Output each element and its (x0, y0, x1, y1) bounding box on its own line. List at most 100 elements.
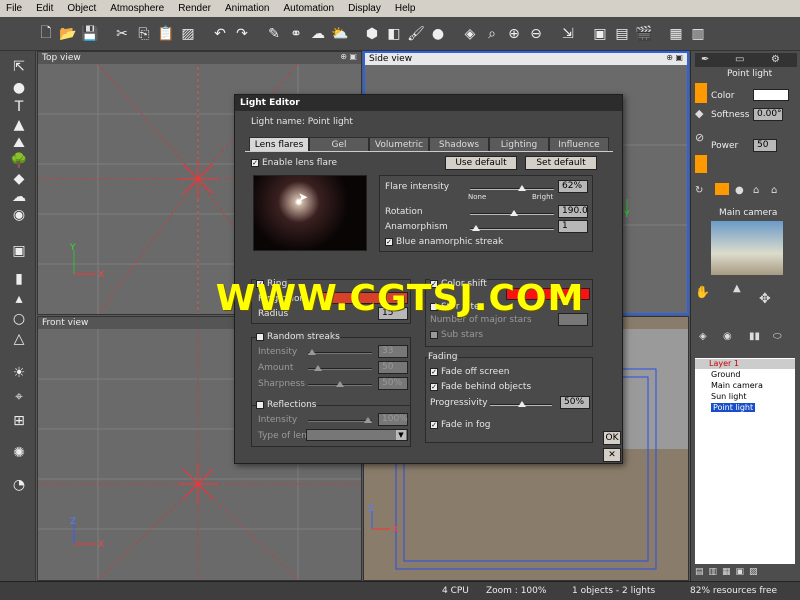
fade-off-screen-checkbox[interactable]: ✓ Fade off screen (430, 367, 509, 377)
type-of-lens-select[interactable]: ▼ (306, 429, 408, 441)
camera-move-icon[interactable]: ✥ (759, 291, 771, 307)
tab-volumetric[interactable]: Volumetric (369, 137, 429, 151)
cube-icon[interactable]: ▣ (9, 241, 29, 261)
paste-icon[interactable]: 📋 (156, 23, 176, 45)
shadow-tab-icon[interactable]: ▭ (735, 54, 744, 65)
mountain-icon[interactable]: ⛰ (9, 133, 29, 153)
light-tab-icon[interactable]: ✒ (701, 54, 709, 65)
cut-icon[interactable]: ✂ (112, 23, 132, 45)
new-file-icon[interactable]: 🗋 (36, 23, 56, 45)
tab-shadows[interactable]: Shadows (429, 137, 489, 151)
link-icon[interactable]: ⚭ (286, 23, 306, 45)
menu-display[interactable]: Display (342, 3, 389, 14)
atmosphere-icon[interactable]: ⛅ (330, 23, 350, 45)
aspect-tab-icon[interactable]: ⚙ (771, 54, 780, 65)
group-tool-icon[interactable]: ◔ (9, 475, 29, 495)
tab-lighting[interactable]: Lighting (489, 137, 549, 151)
move-icon[interactable]: ⇲ (558, 23, 578, 45)
sub-stars-checkbox[interactable]: Sub stars (430, 330, 483, 340)
orange-square-icon[interactable] (715, 183, 729, 195)
tree-item-sun-light[interactable]: Sun light (711, 392, 747, 401)
render-preview-icon[interactable]: ▣ (590, 23, 610, 45)
animation-icon[interactable] (695, 155, 707, 173)
tab-gel[interactable]: Gel (309, 137, 369, 151)
cone-icon[interactable]: ▴ (9, 289, 29, 309)
major-stars-value[interactable] (558, 313, 588, 326)
home-icon[interactable]: ⌂ (753, 185, 759, 196)
camera-icon[interactable]: ⌖ (9, 387, 29, 407)
materials-tab-icon[interactable]: ◉ (723, 331, 732, 342)
paint-icon[interactable]: 🖌 (406, 23, 426, 45)
anamorphism-value[interactable]: 1 (558, 220, 588, 233)
color-palette-icon[interactable]: ● (428, 23, 448, 45)
rock-icon[interactable]: ◆ (9, 169, 29, 189)
ring-checkbox[interactable]: ✓ Ring (256, 279, 288, 289)
ring-color-swatch[interactable] (322, 292, 408, 304)
object-library-icon[interactable]: ⬢ (362, 23, 382, 45)
color-shift-checkbox[interactable]: ✓ Color shift (430, 279, 487, 289)
pyramid-icon[interactable]: △ (9, 329, 29, 349)
streak-intensity-slider[interactable] (308, 349, 372, 355)
camera-preview[interactable] (711, 221, 783, 275)
delete-icon[interactable]: ▨ (178, 23, 198, 45)
radius-value[interactable]: 15 (378, 307, 408, 320)
save-icon[interactable]: 💾 (80, 23, 100, 45)
sharpness-slider[interactable] (308, 381, 372, 387)
reflection-intensity-value[interactable]: 100% (378, 413, 408, 426)
planet-icon[interactable]: ◉ (9, 205, 29, 225)
tree-actions[interactable]: ▤▥▦▣▨ (695, 567, 795, 579)
animation-icon[interactable]: 🎬 (634, 23, 654, 45)
zoom-fit-icon[interactable]: ⌕ (482, 23, 502, 45)
close-button[interactable]: ✕ (603, 448, 621, 462)
zoom-in-icon[interactable]: ⊕ (504, 23, 524, 45)
light-color-swatch[interactable] (753, 89, 789, 101)
terrain-icon[interactable]: ▲ (9, 115, 29, 135)
group-icon[interactable]: ◈ (460, 23, 480, 45)
use-default-button[interactable]: Use default (445, 156, 517, 170)
material-sphere-icon[interactable]: ● (735, 185, 744, 196)
edit-object-icon[interactable]: ✎ (264, 23, 284, 45)
light-type-icon[interactable] (695, 83, 707, 103)
anamorphism-slider[interactable] (470, 225, 554, 231)
display-options-icon[interactable]: ▥ (688, 23, 708, 45)
viewport-options-icon[interactable]: ⊕ ▣ (340, 52, 357, 61)
flare-intensity-value[interactable]: 62% (558, 180, 588, 193)
ok-button[interactable]: OK (603, 431, 621, 445)
cloud-object-icon[interactable]: ☁ (9, 187, 29, 207)
camera-tilt-icon[interactable]: ▲ (733, 283, 741, 294)
cylinder-icon[interactable]: ▮ (9, 269, 29, 289)
zoom-out-icon[interactable]: ⊖ (526, 23, 546, 45)
set-default-button[interactable]: Set default (525, 156, 597, 170)
copy-icon[interactable]: ⎘ (134, 23, 154, 45)
layer-item[interactable]: Layer 1 (709, 359, 739, 368)
undo-icon[interactable]: ↶ (210, 23, 230, 45)
text-icon[interactable]: T (9, 97, 29, 117)
render-area-icon[interactable]: ▦ (666, 23, 686, 45)
blue-streak-checkbox[interactable]: ✓ Blue anamorphic streak (385, 237, 503, 247)
plant-icon[interactable]: 🌳 (9, 151, 29, 171)
render-icon[interactable]: ▤ (612, 23, 632, 45)
fade-behind-checkbox[interactable]: ✓ Fade behind objects (430, 382, 531, 392)
rotation-value[interactable]: 190.0 (558, 205, 588, 218)
select-icon[interactable]: ⇱ (9, 57, 29, 77)
power-value[interactable]: 50 (753, 139, 777, 152)
reflection-intensity-slider[interactable] (308, 417, 372, 423)
open-file-icon[interactable]: 📂 (58, 23, 78, 45)
menu-atmosphere[interactable]: Atmosphere (104, 3, 172, 14)
objects-tab-icon[interactable]: ▮▮ (749, 331, 760, 342)
sun-tool-icon[interactable]: ✺ (9, 443, 29, 463)
tab-influence[interactable]: Influence (549, 137, 609, 151)
material-icon[interactable]: ◧ (384, 23, 404, 45)
enable-lens-flare-checkbox[interactable]: ✓ Enable lens flare (251, 158, 337, 168)
tab-lens-flares[interactable]: Lens flares (249, 137, 309, 151)
house-icon[interactable]: ⌂ (771, 185, 777, 196)
menu-animation[interactable]: Animation (219, 3, 277, 14)
pan-hand-icon[interactable]: ✋ (695, 285, 710, 299)
color-shift-swatch[interactable] (506, 288, 590, 300)
reflections-checkbox[interactable]: Reflections (256, 400, 317, 410)
menu-file[interactable]: File (0, 3, 30, 14)
random-streaks-checkbox[interactable]: Random streaks (256, 332, 340, 342)
light-icon[interactable]: ☀ (9, 363, 29, 383)
flare-intensity-slider[interactable] (470, 185, 554, 191)
tree-item-ground[interactable]: Ground (711, 370, 740, 379)
